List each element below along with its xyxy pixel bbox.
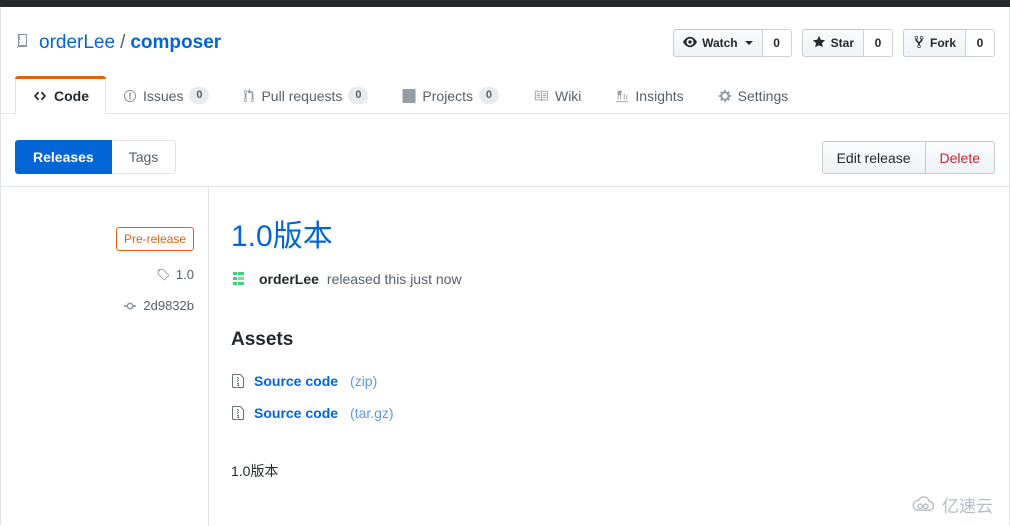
repo-owner-link[interactable]: orderLee [39, 33, 115, 52]
star-button[interactable]: Star [801, 29, 863, 57]
tab-projects-label: Projects [422, 87, 473, 104]
release-main: 1.0版本 orderLee released this just now As… [209, 187, 1009, 526]
tab-issues[interactable]: Issues 0 [106, 76, 226, 114]
asset-extension: (zip) [350, 373, 378, 389]
tab-pull-requests[interactable]: Pull requests 0 [226, 76, 385, 114]
wiki-icon [533, 89, 549, 103]
tab-insights[interactable]: Insights [598, 76, 700, 114]
cloud-icon [912, 495, 935, 511]
tab-issues-label: Issues [143, 87, 184, 104]
commit-icon [123, 299, 137, 313]
issue-icon [123, 89, 137, 103]
star-button-group: Star 0 [801, 29, 893, 57]
repo-name-link[interactable]: composer [130, 33, 221, 52]
pull-requests-counter: 0 [348, 87, 369, 104]
release-tag-label[interactable]: 1.0 [176, 267, 194, 282]
asset-row[interactable]: Source code (tar.gz) [231, 397, 989, 429]
repo-social-actions: Watch 0 Star 0 Fork 0 [663, 29, 995, 57]
fork-count[interactable]: 0 [965, 29, 995, 57]
release-byline-suffix: released this just now [326, 271, 462, 287]
pull-icon [243, 88, 255, 103]
assets-list: Source code (zip) Source code (tar.gz) [231, 365, 989, 429]
prerelease-badge: Pre-release [115, 227, 194, 251]
tab-wiki-label: Wiki [554, 87, 582, 104]
assets-heading: Assets [231, 329, 294, 350]
tab-settings[interactable]: Settings [701, 76, 806, 114]
fork-button[interactable]: Fork [902, 29, 965, 57]
project-icon [402, 88, 416, 103]
tab-projects[interactable]: Projects 0 [385, 76, 516, 114]
watch-button[interactable]: Watch [673, 29, 762, 57]
tab-pull-requests-label: Pull requests [261, 87, 343, 104]
repo-header: orderLee / composer Watch 0 Star 0 Fork … [1, 7, 1009, 70]
projects-counter: 0 [478, 87, 499, 104]
release-sidebar: Pre-release 1.0 2d9832b [1, 187, 209, 526]
repo-nav: Code Issues 0 Pull requests 0 Projects 0… [1, 70, 1009, 115]
tab-code[interactable]: Code [15, 76, 106, 115]
repo-icon [15, 33, 31, 53]
star-count[interactable]: 0 [862, 29, 893, 57]
breadcrumb-separator: / [120, 31, 126, 53]
release-entry: Pre-release 1.0 2d9832b 1.0版本 orderLee r… [1, 186, 1009, 526]
release-title[interactable]: 1.0版本 [231, 219, 333, 255]
file-zip-icon [231, 405, 245, 421]
asset-link[interactable]: Source code [254, 373, 338, 389]
release-tag[interactable]: 1.0 [1, 267, 194, 282]
asset-link[interactable]: Source code [254, 405, 338, 421]
global-navbar [0, 0, 1010, 7]
eye-icon [683, 35, 698, 52]
watermark-text: 亿速云 [942, 497, 993, 516]
tag-icon [156, 268, 170, 282]
watch-button-label: Watch [702, 36, 738, 50]
tab-settings-label: Settings [737, 87, 789, 104]
release-body: 1.0版本 [231, 463, 279, 479]
delete-release-button[interactable]: Delete [924, 141, 995, 174]
code-icon [32, 89, 48, 103]
tab-code-label: Code [54, 88, 89, 104]
chevron-down-icon [744, 41, 753, 45]
page-container: orderLee / composer Watch 0 Star 0 Fork … [0, 7, 1010, 526]
release-actions: Edit release Delete [821, 141, 995, 174]
star-button-label: Star [830, 36, 854, 50]
release-commit[interactable]: 2d9832b [1, 298, 194, 313]
watermark: 亿速云 [911, 492, 993, 517]
releases-tags-toggle: Releases Tags [15, 140, 177, 174]
fork-button-label: Fork [929, 36, 956, 50]
watch-button-group: Watch 0 [673, 29, 792, 57]
issues-counter: 0 [189, 87, 210, 104]
tags-tab-button[interactable]: Tags [111, 140, 177, 174]
star-icon [812, 35, 826, 52]
fork-icon [913, 35, 925, 52]
edit-release-button[interactable]: Edit release [821, 141, 925, 174]
breadcrumb: orderLee / composer [15, 32, 221, 52]
asset-extension: (tar.gz) [350, 405, 394, 421]
tab-wiki[interactable]: Wiki [516, 76, 598, 114]
release-author[interactable]: orderLee [259, 271, 319, 287]
insights-icon [615, 89, 629, 103]
watch-count[interactable]: 0 [761, 29, 792, 57]
fork-button-group: Fork 0 [902, 29, 995, 57]
release-byline: orderLee released this just now [231, 269, 989, 289]
tab-insights-label: Insights [635, 87, 684, 104]
asset-row[interactable]: Source code (zip) [231, 365, 989, 397]
release-commit-label[interactable]: 2d9832b [143, 298, 194, 313]
releases-subnav: Releases Tags Edit release Delete [1, 114, 1009, 186]
gear-icon [718, 89, 732, 103]
avatar[interactable] [231, 269, 251, 289]
file-zip-icon [231, 373, 245, 389]
releases-tab-button[interactable]: Releases [15, 140, 112, 174]
